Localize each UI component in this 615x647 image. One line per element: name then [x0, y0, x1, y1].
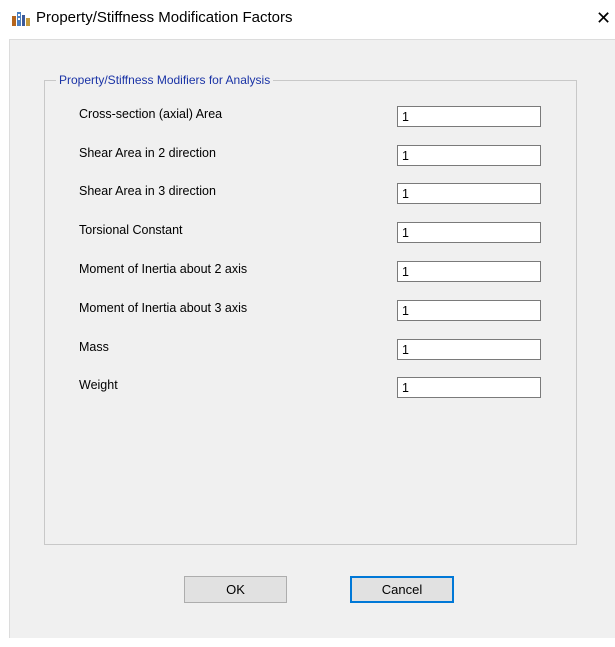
window-title: Property/Stiffness Modification Factors	[36, 9, 293, 26]
cancel-button[interactable]: Cancel	[350, 576, 454, 603]
mass-input[interactable]	[397, 339, 541, 360]
label-shear-area-2: Shear Area in 2 direction	[79, 146, 216, 160]
groupbox-title: Property/Stiffness Modifiers for Analysi…	[56, 73, 274, 87]
cross-section-area-input[interactable]	[397, 106, 541, 127]
ok-button[interactable]: OK	[184, 576, 287, 603]
dialog-window: Property/Stiffness Modification Factors …	[0, 0, 615, 647]
weight-input[interactable]	[397, 377, 541, 398]
app-icon	[12, 12, 30, 26]
label-torsional-constant: Torsional Constant	[79, 223, 183, 237]
shear-area-2-input[interactable]	[397, 145, 541, 166]
label-cross-section-area: Cross-section (axial) Area	[79, 107, 223, 121]
moment-inertia-3-input[interactable]	[397, 300, 541, 321]
shear-area-3-input[interactable]	[397, 183, 541, 204]
moment-inertia-2-input[interactable]	[397, 261, 541, 282]
close-icon[interactable]: ✕	[596, 6, 615, 30]
title-bar: Property/Stiffness Modification Factors …	[0, 0, 615, 38]
label-mass: Mass	[79, 340, 109, 354]
label-moment-inertia-2: Moment of Inertia about 2 axis	[79, 262, 248, 276]
dialog-body: Property/Stiffness Modifiers for Analysi…	[9, 39, 615, 638]
torsional-constant-input[interactable]	[397, 222, 541, 243]
label-weight: Weight	[79, 378, 118, 392]
label-shear-area-3: Shear Area in 3 direction	[79, 184, 216, 198]
label-moment-inertia-3: Moment of Inertia about 3 axis	[79, 301, 248, 315]
